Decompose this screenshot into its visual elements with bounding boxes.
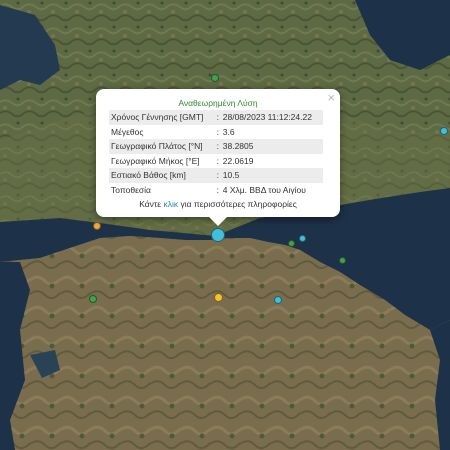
table-row: Μέγεθος : 3.6 [109,125,323,140]
row-value: 3.6 [222,126,235,137]
quake-marker[interactable] [440,127,448,135]
more-info-text: Κάντε κλικ για περισσότερες πληροφορίες [109,199,327,209]
popup-pointer [208,216,228,226]
quake-marker[interactable] [288,240,295,247]
row-label: Χρόνος Γέννησης [GMT] [109,110,215,125]
quake-marker[interactable] [274,296,282,304]
quake-marker[interactable] [339,257,346,264]
more-prefix: Κάντε [139,199,164,209]
quake-marker[interactable] [211,74,219,82]
quake-marker[interactable] [299,235,306,242]
quake-marker[interactable] [89,295,97,303]
table-row: Χρόνος Γέννησης [GMT] : 28/08/2023 11:12… [109,110,323,125]
more-suffix: για περισσότερες πληροφορίες [178,199,297,209]
table-row: Γεωγραφικό Πλάτος [°N] : 38.2805 [109,139,323,154]
info-table: Χρόνος Γέννησης [GMT] : 28/08/2023 11:12… [109,110,323,197]
row-label: Μέγεθος [111,126,144,137]
earthquake-info-popup: × Αναθεωρημένη Λύση Χρόνος Γέννησης [GMT… [96,89,340,217]
more-info-link[interactable]: κλικ [163,199,178,209]
row-label: Εστιακό Βάθος [km] [109,168,215,183]
row-value: 4 Χλμ. ΒΒΔ του Αιγίου [222,184,306,195]
row-value: 22.0619 [222,155,254,166]
row-label: Γεωγραφικό Μήκος [°E] [111,155,200,166]
quake-marker[interactable] [214,293,223,302]
row-label: Γεωγραφικό Πλάτος [°N] [109,139,215,154]
table-row: Τοποθεσία : 4 Χλμ. ΒΒΔ του Αιγίου [109,183,323,198]
table-row: Γεωγραφικό Μήκος [°E] : 22.0619 [109,154,323,169]
popup-title: Αναθεωρημένη Λύση [178,98,258,108]
row-value: 28/08/2023 11:12:24.22 [220,110,323,125]
close-icon[interactable]: × [327,91,335,104]
row-value: 38.2805 [220,139,323,154]
table-row: Εστιακό Βάθος [km] : 10.5 [109,168,323,183]
row-value: 10.5 [220,168,323,183]
quake-marker[interactable] [93,222,101,230]
row-label: Τοποθεσία [111,184,151,195]
quake-marker[interactable] [211,228,225,242]
